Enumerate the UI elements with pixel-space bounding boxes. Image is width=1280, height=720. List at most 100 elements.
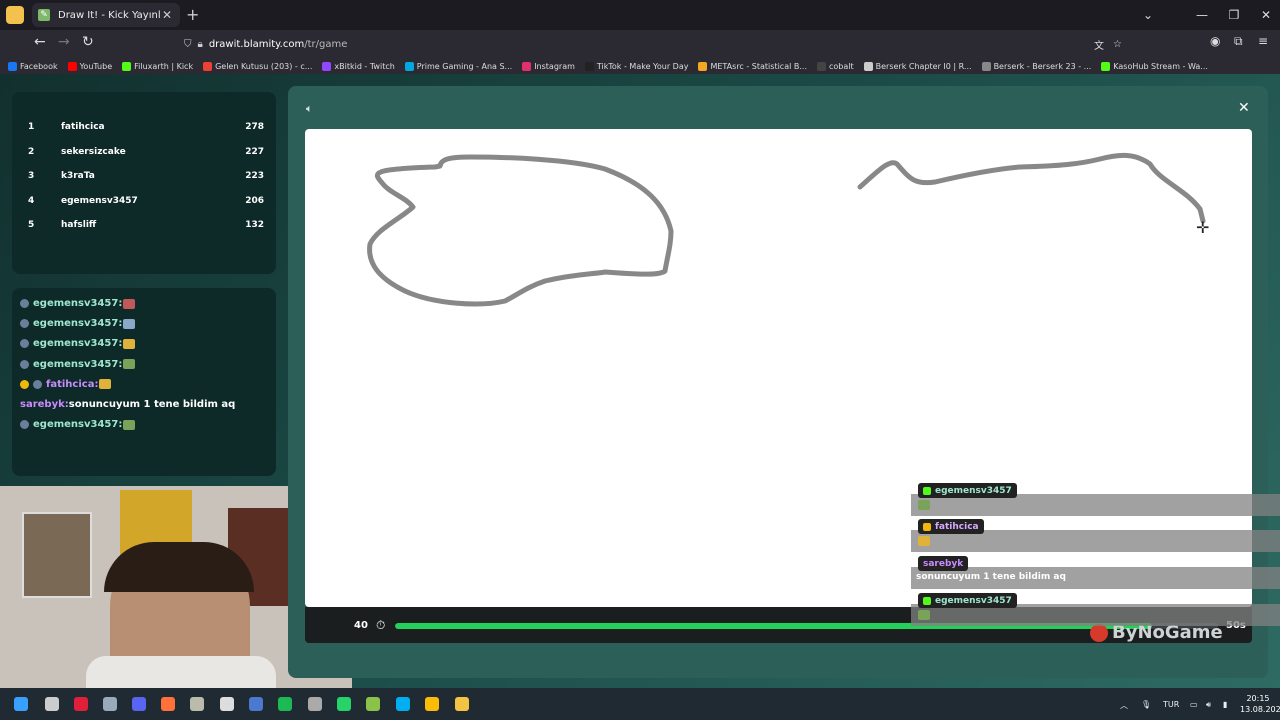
bookmark-item[interactable]: YouTube (67, 61, 112, 71)
close-tab-icon[interactable]: ✕ (160, 8, 174, 22)
forward-icon[interactable]: → (58, 34, 70, 50)
bookmark-favicon-icon (203, 61, 213, 71)
system-clock[interactable]: 20:15 13.08.2025 (1240, 693, 1280, 715)
chat-username[interactable]: sarebyk: (20, 399, 69, 410)
windows-start-icon[interactable] (14, 697, 28, 711)
bookmark-item[interactable]: METAsrc - Statistical B... (698, 61, 807, 71)
bookmark-favicon-icon (522, 61, 532, 71)
leaderboard-score: 278 (245, 122, 264, 132)
chrome-icon[interactable] (425, 697, 439, 711)
chat-message: egemensv3457: (20, 359, 136, 370)
bookmark-label: Berserk - Berserk 23 - ... (993, 61, 1092, 71)
leaderboard: 1 fatihcica 278 2 sekersizcake 227 3 k3raTa 223 4… (12, 92, 276, 274)
bookmark-item[interactable]: xBitkid - Twitch (322, 61, 395, 71)
chat-panel: egemensv3457: egemensv3457: egemensv3457: e… (12, 288, 276, 476)
menu-icon[interactable]: ≡ (1258, 34, 1268, 48)
overlay-badge-icon (923, 522, 931, 531)
task-view-icon[interactable] (45, 697, 59, 711)
bookmark-item[interactable]: TikTok - Make Your Day (584, 61, 688, 71)
bookmark-item[interactable]: Filuxarth | Kick (122, 61, 194, 71)
extensions-icon[interactable]: ⧉ (1234, 34, 1243, 49)
chat-username[interactable]: egemensv3457: (33, 359, 122, 370)
bookmark-favicon-icon (698, 61, 708, 71)
bookmark-favicon-icon (817, 61, 826, 71)
bookmark-item[interactable]: Prime Gaming - Ana S... (404, 61, 512, 71)
bookmark-item[interactable]: Berserk Chapter I0 | R... (863, 61, 972, 71)
close-window-icon[interactable]: ✕ (1250, 0, 1280, 30)
url-host: drawit.blamity.com (208, 38, 305, 50)
bookmark-favicon-icon (981, 61, 991, 71)
app-64-icon[interactable] (249, 697, 263, 711)
bookmark-favicon-icon (8, 61, 17, 71)
minimize-icon[interactable]: — (1186, 0, 1218, 30)
crosshair-cursor-icon: ✛ (1196, 218, 1210, 237)
bookmark-label: Filuxarth | Kick (134, 61, 194, 71)
tray-chevron-icon[interactable]: ︿ (1120, 700, 1128, 711)
bookmark-label: xBitkid - Twitch (334, 61, 395, 71)
steam-icon[interactable] (103, 697, 117, 711)
user-badge-icon (20, 420, 29, 430)
spotify-icon[interactable] (278, 697, 292, 711)
whatsapp-icon[interactable] (337, 697, 351, 711)
volume-icon[interactable]: 🔊︎ (1206, 700, 1211, 710)
bookmark-item[interactable]: Gelen Kutusu (203) - c... (203, 61, 312, 71)
leaderboard-score: 223 (245, 171, 264, 182)
bookmark-item[interactable]: Berserk - Berserk 23 - ... (981, 61, 1092, 71)
chat-message: egemensv3457: (20, 419, 136, 430)
chat-message: egemensv3457: (20, 338, 136, 349)
browser-tab-bar: ✎ Draw It! - Kick Yayınları İçin ✕ + ⌄ —… (0, 0, 1280, 30)
overlay-emote-icon (918, 500, 930, 510)
emote-icon (123, 359, 136, 370)
overlay-badge-icon (923, 596, 931, 605)
discord-icon[interactable] (132, 697, 146, 711)
leaderboard-name: fatihcica (61, 122, 105, 132)
bookmark-label: Berserk Chapter I0 | R... (875, 61, 972, 71)
epic-games-icon[interactable] (220, 697, 234, 711)
browser-tab[interactable]: ✎ Draw It! - Kick Yayınları İçin ✕ (32, 3, 180, 27)
chat-message: fatihcica: (20, 379, 112, 390)
tab-list-icon[interactable]: ⌄ (1132, 0, 1164, 30)
chat-username[interactable]: egemensv3457: (33, 338, 122, 349)
stroke-blob (367, 154, 674, 307)
bookmark-item[interactable]: Instagram (522, 61, 575, 71)
chat-username[interactable]: egemensv3457: (33, 298, 122, 309)
network-icon[interactable]: ▭ (1190, 700, 1198, 709)
opera-icon[interactable] (74, 697, 88, 711)
close-game-icon[interactable]: ✕ (1238, 100, 1250, 116)
bookmark-favicon-icon (1101, 61, 1111, 71)
shield-icon[interactable]: ⛉ (184, 39, 192, 50)
drawit-favicon-icon: ✎ (38, 9, 50, 21)
restore-icon[interactable]: ❐ (1218, 0, 1250, 30)
sound-icon[interactable]: 🔈︎ (306, 102, 313, 116)
microphone-icon[interactable]: 🎙︎ (1141, 700, 1151, 709)
language-indicator[interactable]: TUR (1163, 700, 1179, 709)
bookmark-item[interactable]: KasoHub Stream - Wa... (1101, 61, 1208, 71)
firefox-icon[interactable] (161, 697, 175, 711)
new-tab-icon[interactable]: + (186, 5, 199, 24)
chat-text: sonuncuyum 1 tene bildim aq (68, 399, 236, 410)
chat-username[interactable]: egemensv3457: (33, 318, 122, 329)
bookmark-star-icon[interactable]: ☆ (1113, 39, 1122, 50)
address-bar[interactable]: ⛉ 🔒︎ drawit.blamity.com /tr/game 文 ☆ (176, 33, 1132, 55)
translate-icon[interactable]: 文 (1094, 37, 1104, 52)
sub-badge-icon (20, 379, 29, 389)
bookmark-favicon-icon (404, 61, 414, 71)
bookmark-item[interactable]: Facebook (8, 61, 58, 71)
chat-username[interactable]: fatihcica: (46, 379, 98, 390)
game-icon[interactable] (190, 697, 204, 711)
reload-icon[interactable]: ↻ (82, 34, 94, 50)
bookmark-label: METAsrc - Statistical B... (710, 61, 807, 71)
file-explorer-icon[interactable] (455, 697, 469, 711)
skype-icon[interactable] (396, 697, 410, 711)
battery-icon[interactable]: ▮ (1223, 700, 1227, 709)
chat-username[interactable]: egemensv3457: (33, 419, 122, 430)
account-icon[interactable]: ◉ (1210, 34, 1220, 48)
leaderboard-rank: 3 (28, 171, 35, 182)
back-icon[interactable]: ← (34, 34, 46, 50)
lock-icon[interactable]: 🔒︎ (198, 39, 203, 50)
app-notepad-icon[interactable] (366, 697, 380, 711)
bookmark-item[interactable]: cobalt (817, 61, 854, 71)
leaderboard-row: 5 hafsliff 132 (28, 216, 264, 234)
app-badge-icon[interactable] (308, 697, 322, 711)
bookmark-label: cobalt (829, 61, 854, 71)
